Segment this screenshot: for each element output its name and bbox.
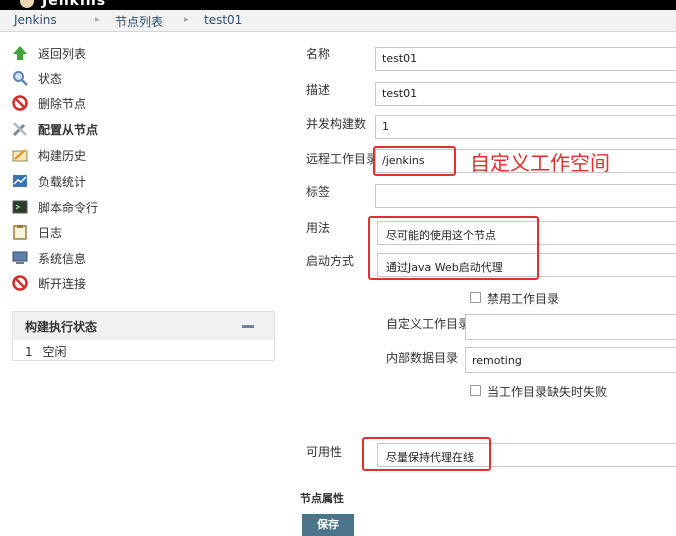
- labels-input[interactable]: [375, 184, 676, 208]
- custom-workdir-label: 自定义工作目录: [386, 317, 471, 331]
- availability-label: 可用性: [306, 445, 343, 459]
- executor-status-title[interactable]: 构建执行状态: [25, 318, 97, 335]
- disable-workdir-label: 禁用工作目录: [487, 292, 560, 306]
- no-entry-icon: [12, 275, 28, 291]
- internal-dir-input[interactable]: remoting: [465, 347, 676, 373]
- highlight-usage-launch: [368, 216, 539, 280]
- highlight-remote-dir: [373, 146, 456, 176]
- breadcrumb-separator-icon: ▸: [95, 15, 100, 25]
- breadcrumb-separator-icon: ▸: [184, 15, 189, 25]
- logo-text[interactable]: Jenkins: [42, 0, 106, 9]
- wrench-icon: [12, 122, 27, 137]
- fail-if-missing-checkbox[interactable]: [470, 385, 481, 396]
- launch-method-label: 启动方式: [306, 254, 355, 268]
- breadcrumb-node-list[interactable]: 节点列表: [115, 13, 163, 30]
- save-button[interactable]: 保存: [302, 514, 354, 536]
- name-input[interactable]: test01: [375, 47, 676, 71]
- top-header: Jenkins: [0, 0, 676, 10]
- fail-if-missing-label: 当工作目录缺失时失败: [487, 385, 608, 399]
- no-entry-icon: [12, 95, 28, 111]
- remote-dir-label: 远程工作目录: [306, 152, 379, 166]
- executor-row: 1 空闲: [25, 343, 66, 360]
- breadcrumb: Jenkins ▸ 节点列表 ▸ test01: [0, 10, 676, 32]
- executors-input[interactable]: 1: [375, 115, 676, 139]
- description-label: 描述: [306, 83, 331, 97]
- search-icon: [13, 71, 28, 86]
- breadcrumb-test01[interactable]: test01: [204, 13, 242, 27]
- annotation-text: 自定义工作空间: [470, 151, 610, 175]
- node-properties-heading: 节点属性: [300, 492, 344, 505]
- chart-icon: [13, 175, 27, 187]
- internal-dir-label: 内部数据目录: [386, 351, 459, 365]
- executor-status-header: 构建执行状态: [13, 312, 274, 340]
- name-label: 名称: [306, 47, 331, 61]
- clipboard-icon: [13, 225, 27, 240]
- highlight-availability: [362, 437, 491, 471]
- jenkins-logo-icon[interactable]: [20, 0, 34, 8]
- executor-index: 1: [25, 345, 33, 359]
- breadcrumb-jenkins[interactable]: Jenkins: [14, 13, 57, 27]
- up-arrow-icon: [13, 46, 27, 60]
- labels-label: 标签: [306, 185, 331, 199]
- usage-label: 用法: [306, 221, 331, 235]
- executor-status-panel: 构建执行状态 1 空闲: [12, 311, 275, 361]
- executor-status-text: 空闲: [42, 345, 67, 359]
- custom-workdir-input[interactable]: [465, 314, 676, 340]
- computer-icon: [12, 251, 28, 264]
- minimize-icon[interactable]: [242, 325, 254, 328]
- description-input[interactable]: test01: [375, 82, 676, 106]
- notepad-icon: [12, 149, 28, 162]
- terminal-icon: [12, 200, 28, 214]
- disable-workdir-checkbox[interactable]: [470, 292, 481, 303]
- executors-label: 并发构建数: [306, 117, 367, 131]
